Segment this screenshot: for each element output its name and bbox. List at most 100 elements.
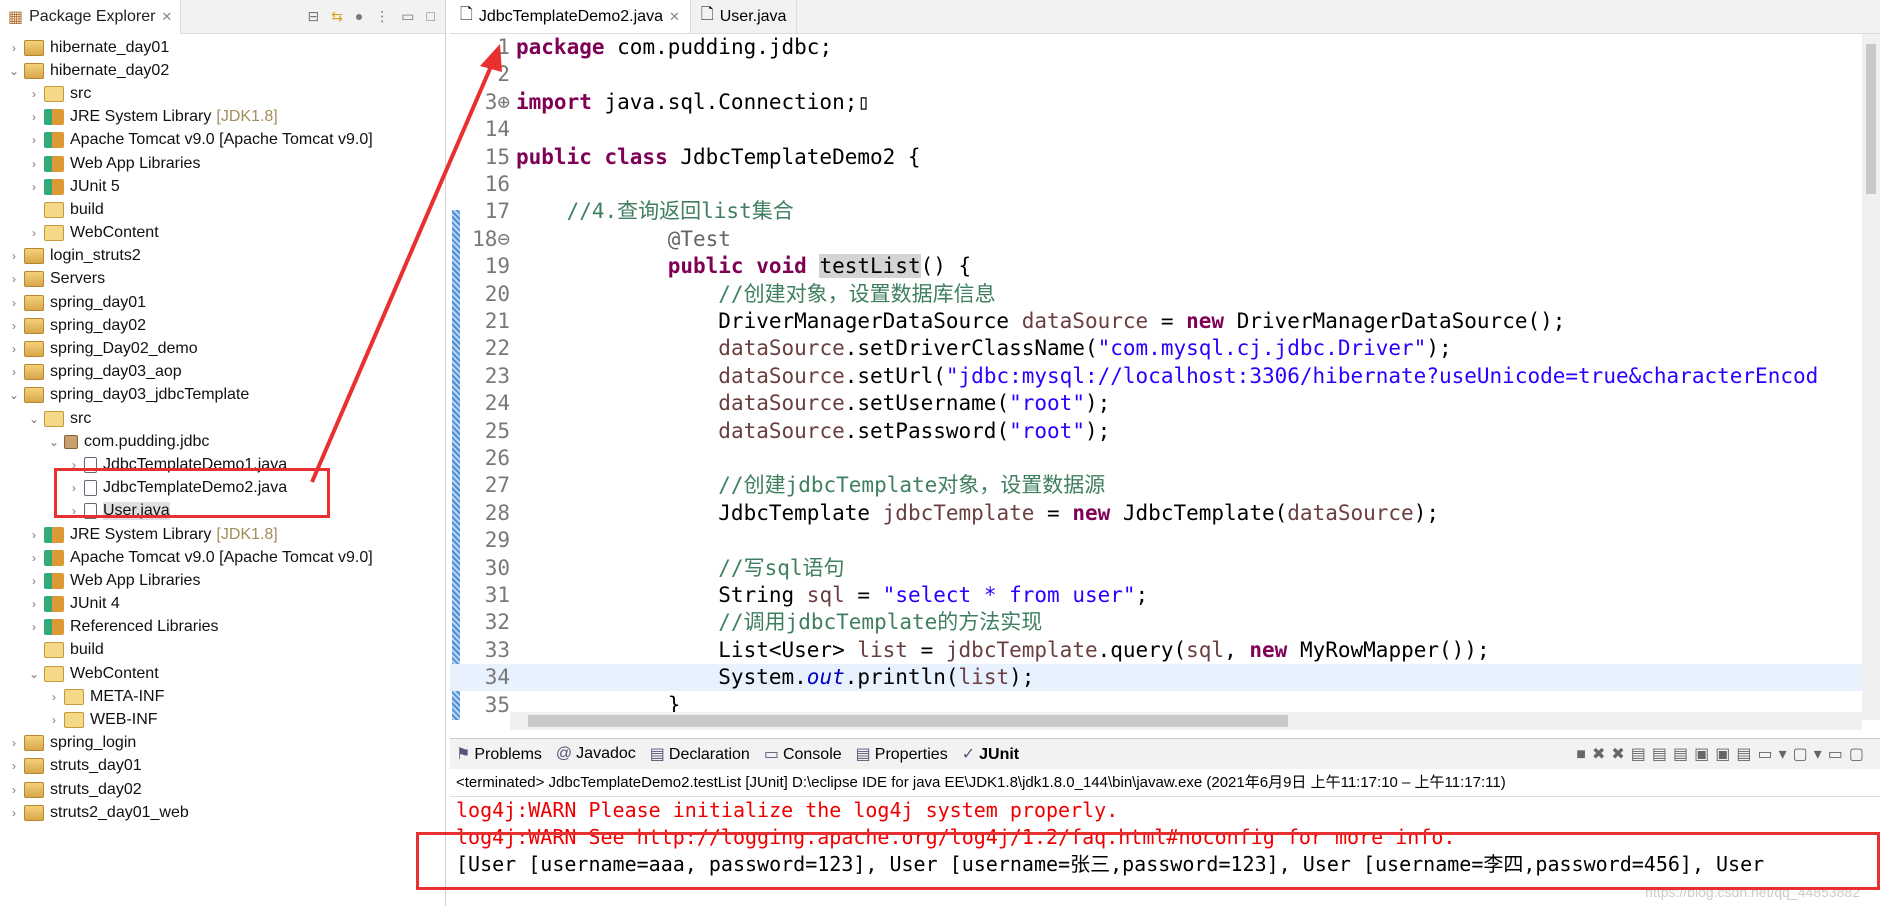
chevron-right-icon[interactable]: › bbox=[6, 272, 22, 286]
package-explorer-tab[interactable]: ▦ Package Explorer ✕ bbox=[0, 0, 182, 34]
tree-item[interactable]: ⌄ com.pudding.jdbc bbox=[0, 430, 445, 453]
chevron-right-icon[interactable]: › bbox=[26, 180, 42, 194]
tab-problems[interactable]: ⚑ Problems bbox=[456, 744, 542, 764]
code-line[interactable]: 28 JdbcTemplate jdbcTemplate = new JdbcT… bbox=[450, 500, 1862, 527]
chevron-down-icon[interactable]: ⌄ bbox=[26, 412, 42, 426]
code-line[interactable]: 21 DriverManagerDataSource dataSource = … bbox=[450, 308, 1862, 335]
chevron-right-icon[interactable]: › bbox=[6, 249, 22, 263]
chevron-right-icon[interactable]: › bbox=[46, 690, 62, 704]
close-icon[interactable]: ✕ bbox=[161, 9, 172, 25]
tree-item[interactable]: › JRE System Library [JDK1.8] bbox=[0, 106, 445, 129]
code-line[interactable]: 27 //创建jdbcTemplate对象，设置数据源 bbox=[450, 472, 1862, 499]
tree-item[interactable]: › JUnit 4 bbox=[0, 593, 445, 616]
vertical-scrollbar[interactable] bbox=[1862, 34, 1880, 720]
console-toolbar[interactable]: ■✖✖▤▤▤▣▣▤▭▾▢▾▭▢ bbox=[1576, 744, 1880, 764]
code-line[interactable]: 19 public void testList() { bbox=[450, 253, 1862, 280]
chevron-right-icon[interactable]: › bbox=[26, 133, 42, 147]
tree-item[interactable]: › login_struts2 bbox=[0, 245, 445, 268]
tree-item[interactable]: › src bbox=[0, 82, 445, 105]
chevron-right-icon[interactable]: › bbox=[6, 736, 22, 750]
code-line[interactable]: 3⊕ import java.sql.Connection;▯ bbox=[450, 89, 1862, 116]
tree-item[interactable]: › JUnit 5 bbox=[0, 175, 445, 198]
code-line[interactable]: 33 List<User> list = jdbcTemplate.query(… bbox=[450, 637, 1862, 664]
tab-declaration[interactable]: ▤ Declaration bbox=[650, 744, 750, 764]
chevron-down-icon[interactable]: ⌄ bbox=[6, 64, 22, 78]
code-line[interactable]: 32 //调用jdbcTemplate的方法实现 bbox=[450, 609, 1862, 636]
tree-item[interactable]: › Apache Tomcat v9.0 [Apache Tomcat v9.0] bbox=[0, 546, 445, 569]
scroll-thumb[interactable] bbox=[1866, 44, 1876, 194]
link-with-editor-icon[interactable]: ⇆ bbox=[331, 8, 343, 25]
chevron-right-icon[interactable]: › bbox=[6, 365, 22, 379]
code-line[interactable]: 31 String sql = "select * from user"; bbox=[450, 582, 1862, 609]
tree-item[interactable]: › struts2_day01_web bbox=[0, 801, 445, 824]
tab-javadoc[interactable]: @ Javadoc bbox=[556, 745, 636, 763]
tree-item[interactable]: › META-INF bbox=[0, 685, 445, 708]
tree-item[interactable]: › hibernate_day01 bbox=[0, 36, 445, 59]
code-line[interactable]: 25 dataSource.setPassword("root"); bbox=[450, 418, 1862, 445]
chevron-right-icon[interactable]: › bbox=[26, 226, 42, 240]
code-line[interactable]: 26 bbox=[450, 445, 1862, 472]
tree-item[interactable]: › Web App Libraries bbox=[0, 569, 445, 592]
tree-item[interactable]: ⌄ src bbox=[0, 407, 445, 430]
chevron-right-icon[interactable]: › bbox=[26, 528, 42, 542]
code-line[interactable]: 2 bbox=[450, 61, 1862, 88]
maximize-icon[interactable]: □ bbox=[427, 8, 435, 25]
tree-item[interactable]: ⌄ hibernate_day02 bbox=[0, 59, 445, 82]
chevron-right-icon[interactable]: › bbox=[6, 296, 22, 310]
tree-item[interactable]: › Servers bbox=[0, 268, 445, 291]
chevron-right-icon[interactable]: › bbox=[6, 759, 22, 773]
tree-item[interactable]: › spring_day02 bbox=[0, 314, 445, 337]
tab-jdbctemplatedemo2[interactable]: 🗋 JdbcTemplateDemo2.java ✕ bbox=[450, 0, 691, 33]
tab-properties[interactable]: ▤ Properties bbox=[856, 744, 948, 764]
code-line[interactable]: 29 bbox=[450, 527, 1862, 554]
close-icon[interactable]: ✕ bbox=[669, 9, 680, 25]
chevron-right-icon[interactable]: › bbox=[6, 41, 22, 55]
chevron-right-icon[interactable]: › bbox=[26, 620, 42, 634]
tree-item[interactable]: › Referenced Libraries bbox=[0, 616, 445, 639]
chevron-right-icon[interactable]: › bbox=[6, 319, 22, 333]
tree-item[interactable]: › spring_day01 bbox=[0, 291, 445, 314]
code-line[interactable]: 23 dataSource.setUrl("jdbc:mysql://local… bbox=[450, 363, 1862, 390]
chevron-right-icon[interactable]: › bbox=[6, 342, 22, 356]
tree-item[interactable]: › struts_day02 bbox=[0, 778, 445, 801]
chevron-right-icon[interactable]: › bbox=[26, 87, 42, 101]
collapse-all-icon[interactable]: ⊟ bbox=[307, 8, 319, 25]
tab-junit[interactable]: ✓ JUnit bbox=[962, 744, 1019, 764]
tree-item[interactable]: build bbox=[0, 198, 445, 221]
tree-item[interactable]: › WEB-INF bbox=[0, 708, 445, 731]
tree-item[interactable]: ⌄ spring_day03_jdbcTemplate bbox=[0, 384, 445, 407]
tab-console[interactable]: ▭ Console bbox=[764, 744, 842, 764]
code-line[interactable]: 16 bbox=[450, 171, 1862, 198]
chevron-down-icon[interactable]: ⌄ bbox=[26, 667, 42, 681]
tree-item[interactable]: › JRE System Library [JDK1.8] bbox=[0, 523, 445, 546]
tree-item[interactable]: › spring_Day02_demo bbox=[0, 337, 445, 360]
code-line[interactable]: 24 dataSource.setUsername("root"); bbox=[450, 390, 1862, 417]
chevron-right-icon[interactable]: › bbox=[26, 574, 42, 588]
tree-item[interactable]: build bbox=[0, 639, 445, 662]
chevron-right-icon[interactable]: › bbox=[26, 597, 42, 611]
code-line[interactable]: 17 //4.查询返回list集合 bbox=[450, 198, 1862, 225]
code-line[interactable]: 34 System.out.println(list); bbox=[450, 664, 1862, 692]
chevron-right-icon[interactable]: › bbox=[46, 713, 62, 727]
tree-item[interactable]: › struts_day01 bbox=[0, 755, 445, 778]
chevron-right-icon[interactable]: › bbox=[26, 551, 42, 565]
code-line[interactable]: 18⊖ @Test bbox=[450, 226, 1862, 253]
chevron-down-icon[interactable]: ⌄ bbox=[46, 435, 62, 449]
code-line[interactable]: 20 //创建对象，设置数据库信息 bbox=[450, 281, 1862, 308]
tab-user-java[interactable]: 🗋 User.java bbox=[691, 0, 798, 33]
chevron-right-icon[interactable]: › bbox=[26, 110, 42, 124]
minimize-icon[interactable]: ▭ bbox=[401, 8, 414, 25]
chevron-right-icon[interactable]: › bbox=[6, 806, 22, 820]
scroll-thumb[interactable] bbox=[528, 715, 1288, 727]
tree-item[interactable]: › Apache Tomcat v9.0 [Apache Tomcat v9.0] bbox=[0, 129, 445, 152]
code-line[interactable]: 14 bbox=[450, 116, 1862, 143]
code-area[interactable]: 1 package com.pudding.jdbc; 2 3⊕ import java… bbox=[450, 34, 1862, 720]
view-menu-icon[interactable]: ⋮ bbox=[375, 8, 389, 25]
tree-item[interactable]: › spring_login bbox=[0, 732, 445, 755]
filter-icon[interactable]: ● bbox=[355, 8, 363, 25]
horizontal-scrollbar[interactable] bbox=[510, 712, 1862, 730]
tree-item[interactable]: › WebContent bbox=[0, 222, 445, 245]
code-line[interactable]: 30 //写sql语句 bbox=[450, 555, 1862, 582]
code-line[interactable]: 1 package com.pudding.jdbc; bbox=[450, 34, 1862, 61]
code-line[interactable]: 22 dataSource.setDriverClassName("com.my… bbox=[450, 335, 1862, 362]
